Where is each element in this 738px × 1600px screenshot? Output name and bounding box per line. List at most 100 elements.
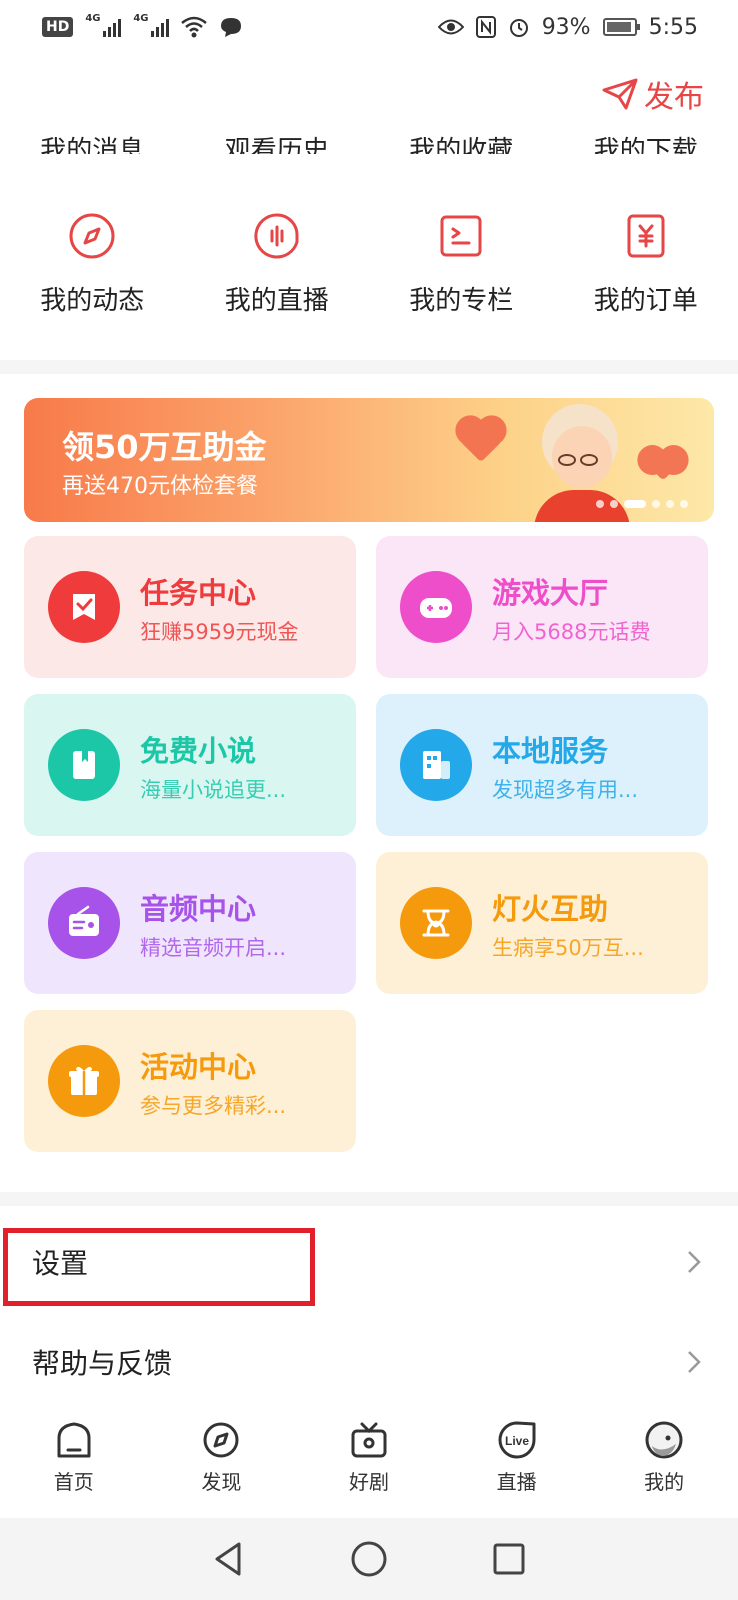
building-icon (423, 751, 450, 779)
heart-decoration (459, 419, 503, 463)
clock: 5:55 (648, 14, 698, 40)
shortcut-my-orders[interactable]: 我的订单 (554, 212, 738, 317)
live-icon: Live (498, 1421, 536, 1459)
pagination-dot (596, 500, 604, 508)
shortcut-row: 我的动态 我的直播 我的专栏 我的订单 (0, 212, 738, 317)
shortcut-my-downloads[interactable]: 我的下载 (554, 130, 738, 154)
task-icon (73, 594, 95, 620)
banner-subtitle: 再送470元体检套餐 (62, 474, 258, 499)
tab-label: 首页 (53, 1470, 94, 1494)
card-subtitle: 狂赚5959元现金 (140, 620, 299, 644)
pagination-dot (624, 500, 646, 508)
mutual-aid-card[interactable]: 灯火互助 生病享50万互... (376, 852, 708, 994)
hd-badge: HD (42, 17, 74, 37)
yuan-order-icon (627, 214, 665, 258)
shortcut-watch-history[interactable]: 观看历史 (185, 130, 370, 154)
home-icon (57, 1422, 91, 1458)
tab-label: 直播 (496, 1470, 537, 1494)
card-subtitle: 参与更多精彩... (140, 1094, 287, 1118)
card-title: 活动中心 (140, 1050, 257, 1084)
eye-icon (437, 19, 464, 35)
alarm-icon (509, 19, 528, 37)
gamepad-icon (420, 598, 452, 618)
back-icon[interactable] (209, 1539, 249, 1579)
shortcut-my-column[interactable]: 我的专栏 (369, 212, 554, 317)
shortcut-label: 我的专栏 (409, 286, 514, 316)
signal-icon-sim2: 4G (133, 13, 170, 37)
book-icon (73, 751, 95, 779)
nfc-icon (475, 16, 496, 38)
message-icon (221, 18, 242, 37)
radio-icon (69, 905, 99, 936)
free-novel-card[interactable]: 免费小说 海量小说追更... (24, 694, 356, 836)
shortcut-my-messages[interactable]: 我的消息 (0, 130, 185, 154)
tab-me[interactable]: 我的 (590, 1420, 738, 1516)
game-hall-card[interactable]: 游戏大厅 月入5688元话费 (376, 536, 708, 678)
task-center-card[interactable]: 任务中心 狂赚5959元现金 (24, 536, 356, 678)
shortcut-my-moments[interactable]: 我的动态 (0, 212, 185, 317)
card-title: 免费小说 (140, 734, 257, 768)
tab-label: 我的 (644, 1470, 685, 1494)
shortcut-my-favorites[interactable]: 我的收藏 (369, 130, 554, 154)
paper-plane-icon (602, 78, 638, 110)
shortcut-label: 我的订单 (593, 286, 698, 316)
signal-icon-sim1: 4G (85, 13, 122, 37)
card-subtitle: 月入5688元话费 (492, 620, 651, 644)
publish-button[interactable]: 发布 (602, 72, 704, 116)
pagination-dot (666, 500, 674, 508)
banner-title: 领50万互助金 (62, 428, 267, 466)
tab-live[interactable]: Live 直播 (443, 1420, 591, 1516)
tv-icon (351, 1422, 387, 1458)
card-subtitle: 海量小说追更... (140, 778, 287, 802)
publish-label: 发布 (644, 80, 704, 115)
bottom-tab-bar: 首页 发现 好剧 Live 直播 我的 (0, 1420, 738, 1516)
highlight-annotation (3, 1228, 315, 1306)
shortcut-label: 我的直播 (224, 286, 329, 316)
mutual-aid-icon (422, 909, 450, 937)
wifi-icon (181, 16, 208, 38)
help-feedback-row[interactable]: 帮助与反馈 (0, 1322, 738, 1402)
help-feedback-label: 帮助与反馈 (32, 1347, 173, 1380)
tab-drama[interactable]: 好剧 (295, 1420, 443, 1516)
card-title: 任务中心 (140, 576, 257, 610)
battery-icon (602, 18, 640, 36)
voice-play-icon (254, 213, 299, 259)
shortcut-label: 我的动态 (40, 286, 145, 316)
gift-icon (69, 1066, 99, 1095)
local-service-card[interactable]: 本地服务 发现超多有用... (376, 694, 708, 836)
chevron-right-icon (688, 1351, 701, 1373)
battery-percent: 93% (541, 14, 591, 40)
section-divider (0, 360, 738, 374)
home-circle-icon[interactable] (349, 1539, 389, 1579)
card-title: 游戏大厅 (492, 576, 609, 610)
card-title: 灯火互助 (492, 892, 609, 926)
tab-label: 好剧 (348, 1470, 389, 1494)
audio-center-card[interactable]: 音频中心 精选音频开启... (24, 852, 356, 994)
pagination-dot (652, 500, 660, 508)
promo-banner[interactable]: 领50万互助金 再送470元体检套餐 (24, 398, 714, 522)
avatar-icon (645, 1421, 683, 1459)
status-bar: HD 4G 4G 93% 5:55 (0, 0, 738, 54)
card-subtitle: 精选音频开启... (140, 936, 287, 960)
tab-label: 发现 (201, 1470, 242, 1494)
discover-icon (203, 1422, 239, 1458)
svg-text:Live: Live (505, 1434, 529, 1448)
event-center-card[interactable]: 活动中心 参与更多精彩... (24, 1010, 356, 1152)
heart-decoration (647, 449, 679, 481)
column-icon (440, 215, 482, 257)
card-subtitle: 发现超多有用... (492, 778, 639, 802)
tab-home[interactable]: 首页 (0, 1420, 148, 1516)
system-navigation-bar (0, 1518, 738, 1600)
partial-shortcut-row: 我的消息 观看历史 我的收藏 我的下载 (0, 118, 738, 154)
recents-icon[interactable] (489, 1539, 529, 1579)
card-title: 本地服务 (492, 734, 609, 768)
section-divider (0, 1192, 738, 1206)
shortcut-my-live[interactable]: 我的直播 (185, 212, 370, 317)
chevron-right-icon (688, 1251, 701, 1273)
tab-discover[interactable]: 发现 (148, 1420, 296, 1516)
pagination-dot (610, 500, 618, 508)
compass-icon (69, 213, 115, 259)
card-subtitle: 生病享50万互... (492, 936, 644, 960)
banner-pagination (596, 500, 688, 508)
card-title: 音频中心 (140, 892, 257, 926)
